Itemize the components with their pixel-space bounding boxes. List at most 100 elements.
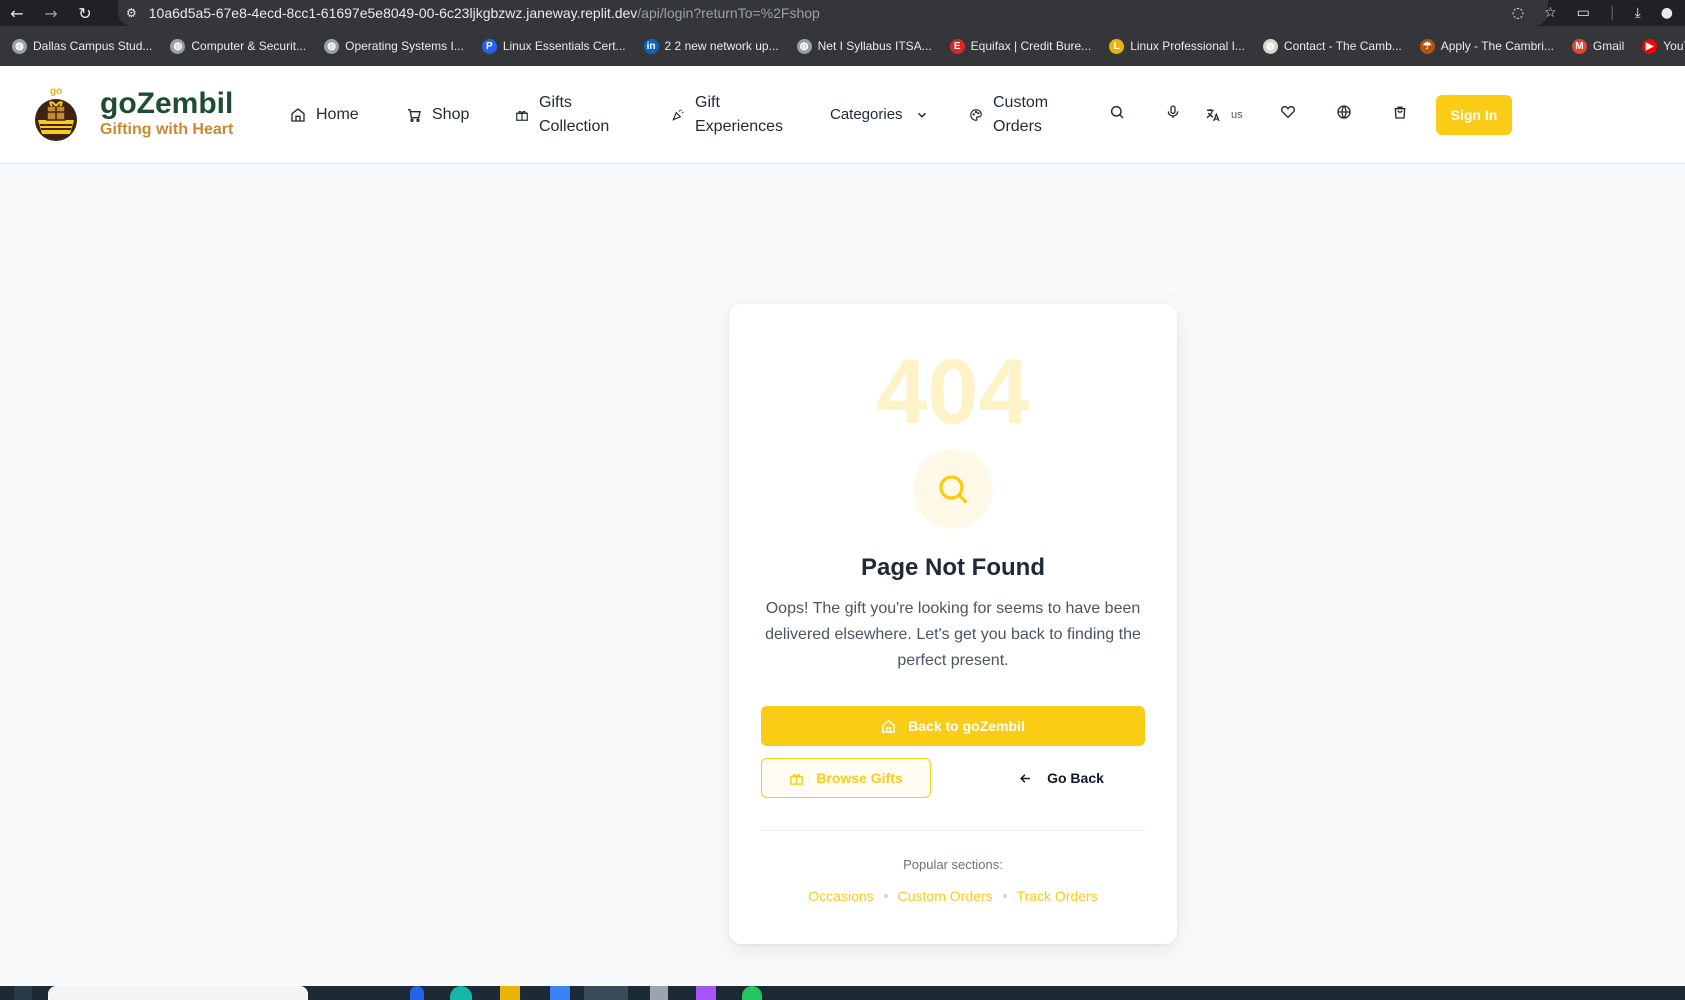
separator-dot: [1002, 894, 1007, 898]
nav-home-label: Home: [316, 106, 359, 123]
reload-icon[interactable]: ↻: [68, 4, 102, 23]
nav-custom-line1: Custom: [993, 94, 1049, 111]
nav-home[interactable]: Home: [290, 103, 359, 127]
globe-icon: ◍: [12, 38, 27, 54]
bookmark-item[interactable]: M Gmail: [1571, 38, 1625, 54]
youtube-icon: ▶: [1642, 38, 1658, 54]
globe-icon: ◍: [324, 38, 340, 54]
link-track-orders[interactable]: Track Orders: [1017, 888, 1098, 904]
gift-icon: [790, 773, 804, 785]
globe-icon[interactable]: [1336, 104, 1352, 120]
bookmark-item[interactable]: ◍ Operating Systems I...: [324, 38, 464, 54]
equifax-icon: E: [949, 38, 965, 54]
start-icon[interactable]: [14, 986, 32, 1000]
heart-icon[interactable]: [1280, 104, 1296, 120]
browse-gifts-label: Browse Gifts: [816, 770, 903, 786]
bookmark-label: Contact - The Camb...: [1283, 39, 1402, 53]
taskbar-app-icon[interactable]: [650, 986, 668, 1000]
bookmark-item[interactable]: L Linux Professional I...: [1109, 38, 1245, 54]
svg-text:go: go: [50, 86, 62, 97]
language-code: us: [1231, 109, 1243, 121]
chevron-down-icon: [917, 112, 926, 118]
separator-dot: [883, 894, 888, 898]
download-icon[interactable]: ⤓: [1635, 5, 1641, 21]
bookmark-label: Linux Professional I...: [1130, 39, 1245, 53]
popular-links: Occasions Custom Orders Track Orders: [729, 888, 1177, 904]
party-popper-icon: [672, 109, 684, 121]
url-path: /api/login?returnTo=%2Fshop: [637, 5, 820, 21]
bookmark-item[interactable]: ◍ Computer & Securit...: [170, 38, 307, 54]
error-description: Oops! The gift you're looking for seems …: [765, 600, 1141, 669]
brand-tagline: Gifting with Heart: [100, 121, 234, 138]
profile-icon[interactable]: ●: [1661, 5, 1673, 21]
back-arrow-icon[interactable]: ←: [0, 4, 34, 23]
nav-categories-label: Categories: [830, 106, 903, 123]
bookmark-label: Net I Syllabus ITSA...: [817, 39, 932, 53]
lpi-icon: L: [1109, 38, 1125, 54]
not-found-card: 404 Page Not Found Oops! The gift you're…: [729, 304, 1177, 944]
bookmark-label: Computer & Securit...: [191, 39, 307, 53]
search-icon[interactable]: [1109, 104, 1125, 120]
address-bar[interactable]: ⚙ 10a6d5a5-67e8-4ecd-8cc1-61697e5e8049-0…: [118, 0, 1548, 26]
bookmark-label: Linux Essentials Cert...: [502, 39, 626, 53]
taskbar-app-icon[interactable]: [742, 986, 762, 1000]
brand-name: goZembil: [100, 87, 234, 120]
link-custom-orders[interactable]: Custom Orders: [898, 888, 993, 904]
sign-in-button[interactable]: Sign In: [1436, 95, 1512, 135]
gift-icon: [516, 110, 528, 121]
browse-gifts-button[interactable]: Browse Gifts: [761, 758, 931, 798]
star-icon[interactable]: ☆: [1544, 5, 1557, 21]
taskbar-folder-icon[interactable]: [500, 986, 520, 1000]
home-icon: [291, 108, 305, 122]
popular-sections-label: Popular sections:: [903, 857, 1003, 872]
nav-gifts-collection[interactable]: Gifts Collection: [515, 91, 609, 139]
bookmark-label: YouTube: [1663, 39, 1685, 53]
microphone-icon[interactable]: [1165, 104, 1181, 120]
divider: [761, 830, 1145, 831]
globe-icon: ◍: [170, 38, 186, 54]
go-back-label: Go Back: [1047, 770, 1104, 786]
brand[interactable]: goZembil Gifting with Heart: [100, 88, 233, 139]
bookmark-item[interactable]: ◍ Net I Syllabus ITSA...: [796, 38, 932, 54]
nav-categories-dropdown[interactable]: Categories: [830, 103, 929, 127]
nav-shop[interactable]: Shop: [406, 103, 469, 127]
os-taskbar: [0, 986, 1685, 1000]
bookmark-item[interactable]: ◍ Dallas Campus Stud...: [12, 38, 152, 54]
link-occasions[interactable]: Occasions: [808, 888, 873, 904]
nav-gift-experiences[interactable]: Gift Experiences: [671, 91, 783, 139]
back-to-home-button[interactable]: Back to goZembil: [761, 706, 1145, 746]
bookmark-label: Equifax | Credit Bure...: [970, 39, 1092, 53]
bookmark-item[interactable]: ◍ Contact - The Camb...: [1262, 38, 1402, 54]
nav-gifts-line1: Gifts: [539, 94, 572, 111]
taskbar-chrome-active[interactable]: [584, 986, 628, 1000]
eye-off-icon[interactable]: ◌: [1512, 5, 1524, 21]
bookmark-item[interactable]: E Equifax | Credit Bure...: [949, 38, 1092, 54]
linkedin-icon: in: [643, 38, 659, 54]
nav-gifts-line2: Collection: [539, 118, 610, 135]
bookmark-label: Operating Systems I...: [345, 39, 464, 53]
translate-icon: [1206, 109, 1220, 122]
bookmark-item[interactable]: ☂ Apply - The Cambri...: [1419, 38, 1554, 54]
taskbar-app-icon[interactable]: [410, 986, 424, 1000]
cart-icon: [408, 109, 421, 122]
site-settings-icon[interactable]: ⚙: [126, 6, 137, 20]
nav-custom-line2: Orders: [993, 118, 1042, 135]
language-selector[interactable]: us: [1205, 103, 1243, 127]
globe-icon: ◍: [1262, 38, 1278, 54]
taskbar-app-icon[interactable]: [696, 986, 716, 1000]
side-panel-icon[interactable]: ▭: [1577, 5, 1590, 21]
bookmark-item[interactable]: P Linux Essentials Cert...: [481, 38, 626, 54]
bookmark-item[interactable]: ▶ YouTube: [1642, 38, 1685, 54]
go-back-button[interactable]: Go Back: [977, 758, 1145, 798]
back-to-home-label: Back to goZembil: [908, 718, 1025, 734]
bookmark-item[interactable]: in 2 2 new network up...: [643, 38, 779, 54]
shopping-bag-icon[interactable]: [1392, 104, 1408, 120]
taskbar-app-icon[interactable]: [550, 986, 570, 1000]
gozembil-logo[interactable]: go: [32, 84, 80, 142]
nav-custom-orders[interactable]: Custom Orders: [969, 91, 1048, 139]
taskbar-search[interactable]: [48, 986, 308, 1000]
forward-arrow-icon[interactable]: →: [34, 4, 68, 23]
taskbar-app-icon[interactable]: [450, 986, 472, 1000]
bookmark-label: Gmail: [1592, 39, 1625, 53]
error-title: Page Not Found: [861, 554, 1045, 581]
